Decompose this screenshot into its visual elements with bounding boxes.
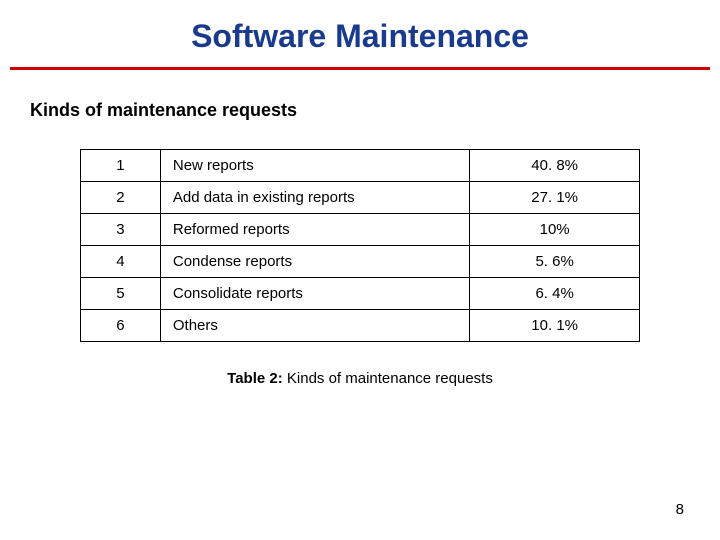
- table-row: 4 Condense reports 5. 6%: [81, 246, 640, 278]
- section-subtitle: Kinds of maintenance requests: [30, 100, 720, 121]
- page-number: 8: [676, 501, 684, 518]
- row-description: New reports: [160, 150, 469, 182]
- row-percent: 40. 8%: [470, 150, 640, 182]
- table-row: 2 Add data in existing reports 27. 1%: [81, 182, 640, 214]
- row-number: 2: [81, 182, 161, 214]
- row-description: Consolidate reports: [160, 278, 469, 310]
- row-description: Reformed reports: [160, 214, 469, 246]
- caption-label: Table 2:: [227, 370, 283, 387]
- table-row: 1 New reports 40. 8%: [81, 150, 640, 182]
- table-row: 5 Consolidate reports 6. 4%: [81, 278, 640, 310]
- row-percent: 27. 1%: [470, 182, 640, 214]
- row-number: 5: [81, 278, 161, 310]
- row-percent: 10%: [470, 214, 640, 246]
- table-caption: Table 2: Kinds of maintenance requests: [0, 370, 720, 387]
- row-description: Condense reports: [160, 246, 469, 278]
- row-number: 4: [81, 246, 161, 278]
- table-row: 3 Reformed reports 10%: [81, 214, 640, 246]
- row-percent: 6. 4%: [470, 278, 640, 310]
- row-percent: 10. 1%: [470, 310, 640, 342]
- row-number: 6: [81, 310, 161, 342]
- page-title: Software Maintenance: [0, 0, 720, 67]
- row-description: Add data in existing reports: [160, 182, 469, 214]
- title-underline: [10, 67, 710, 70]
- table-row: 6 Others 10. 1%: [81, 310, 640, 342]
- row-description: Others: [160, 310, 469, 342]
- row-number: 1: [81, 150, 161, 182]
- maintenance-table: 1 New reports 40. 8% 2 Add data in exist…: [80, 149, 640, 342]
- caption-text: Kinds of maintenance requests: [283, 370, 493, 387]
- row-number: 3: [81, 214, 161, 246]
- row-percent: 5. 6%: [470, 246, 640, 278]
